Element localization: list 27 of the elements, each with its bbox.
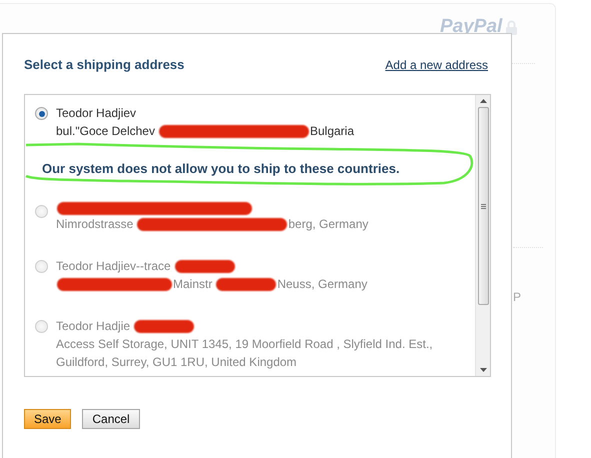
cancel-button[interactable]: Cancel [82, 409, 140, 429]
redaction-mark [134, 320, 194, 332]
address-text: Teodor Hadjie [56, 318, 130, 335]
scrollbar[interactable] [475, 95, 490, 376]
address-text: Bulgaria [310, 123, 354, 140]
warning-message: Our system does not allow you to ship to these countries. [41, 161, 400, 176]
address-text: Access Self Storage, UNIT 1345, 19 Moorfield Road , Slyfield Ind. Est., [56, 336, 433, 353]
address-text: bul."Goce Delchev [56, 123, 155, 140]
address-text: Nimrodstrasse [56, 216, 134, 233]
address-text: Teodor Hadjiev--trace [56, 258, 171, 275]
address-text: Mainstr [173, 276, 212, 293]
redaction-mark [174, 260, 235, 272]
save-button[interactable]: Save [24, 409, 72, 429]
scroll-up-icon[interactable] [480, 99, 486, 103]
dialog-title: Select a shipping address [24, 57, 184, 72]
address-text: Neuss, Germany [277, 276, 368, 293]
background-text: P [513, 290, 522, 304]
add-address-link[interactable]: Add a new address [385, 58, 488, 72]
lock-icon [506, 20, 518, 34]
redaction-mark [216, 278, 276, 290]
logo-text: PayPal [440, 16, 502, 38]
scroll-down-icon[interactable] [480, 368, 486, 372]
grip-icon [480, 204, 486, 208]
address-text: Teodor Hadjiev [56, 105, 136, 122]
address-text: berg, Germany [288, 216, 368, 233]
address-text: Guildford, Surrey, GU1 1RU, United Kingdom [56, 354, 297, 371]
radio-button[interactable] [35, 107, 48, 120]
